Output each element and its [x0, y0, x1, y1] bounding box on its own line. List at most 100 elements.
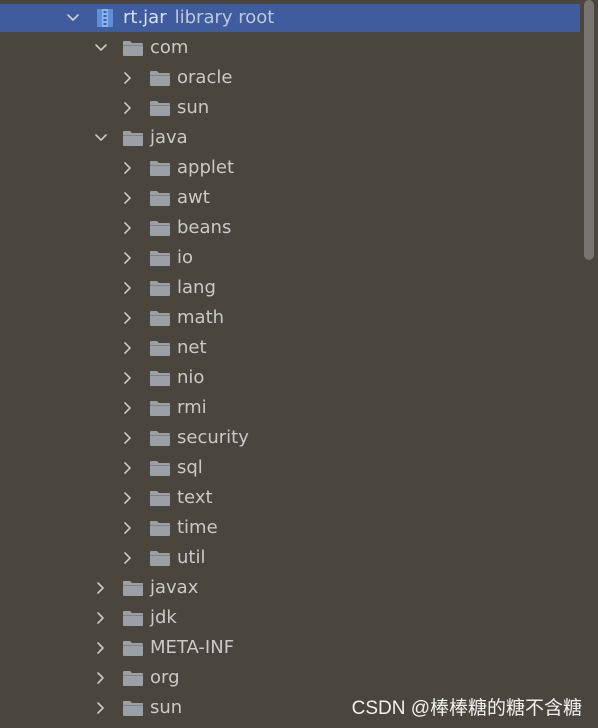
tree-row-label: META-INF [150, 637, 235, 658]
folder-icon [149, 339, 171, 357]
tree-row[interactable]: lang [0, 273, 580, 303]
tree-row[interactable]: applet [0, 153, 580, 183]
folder-icon [122, 609, 144, 627]
chevron-right-icon[interactable] [121, 251, 135, 265]
bottom-fade [0, 722, 598, 728]
folder-icon [149, 279, 171, 297]
tree-row[interactable]: beans [0, 213, 580, 243]
tree-row[interactable]: time [0, 513, 580, 543]
tree-row-label: sun [150, 697, 183, 718]
tree-row[interactable]: sql [0, 453, 580, 483]
folder-icon [122, 669, 144, 687]
root-secondary-label: library root [174, 7, 275, 28]
chevron-right-icon[interactable] [121, 521, 135, 535]
tree-row[interactable]: rmi [0, 393, 580, 423]
chevron-right-icon[interactable] [121, 431, 135, 445]
folder-icon [122, 699, 144, 717]
tree-row-label: beans [177, 217, 232, 238]
tree-row[interactable]: java [0, 123, 580, 153]
chevron-right-icon[interactable] [94, 641, 108, 655]
folder-icon [149, 309, 171, 327]
folder-icon [149, 519, 171, 537]
watermark: CSDN @棒棒糖的糖不含糖 [351, 698, 582, 719]
tree-row-label: java [150, 127, 188, 148]
chevron-down-icon[interactable] [66, 11, 80, 25]
tree-row[interactable]: com [0, 33, 580, 63]
chevron-right-icon[interactable] [121, 311, 135, 325]
tree-row-label: awt [177, 187, 210, 208]
tree-row-label: jdk [150, 607, 177, 628]
chevron-right-icon[interactable] [121, 161, 135, 175]
jar-archive-icon [96, 8, 114, 28]
tree-row[interactable]: oracle [0, 63, 580, 93]
tree-row-label: oracle [177, 67, 233, 88]
tree-row-label: com [150, 37, 189, 58]
tree-row-label: sql [177, 457, 203, 478]
vertical-scrollbar[interactable] [584, 0, 594, 260]
chevron-right-icon[interactable] [121, 371, 135, 385]
tree-row-label: text [177, 487, 213, 508]
folder-icon [149, 99, 171, 117]
chevron-right-icon[interactable] [121, 221, 135, 235]
tree-row-label: net [177, 337, 207, 358]
tree-row[interactable]: org [0, 663, 580, 693]
tree-row[interactable]: META-INF [0, 633, 580, 663]
tree-row[interactable]: util [0, 543, 580, 573]
chevron-right-icon[interactable] [121, 341, 135, 355]
folder-icon [149, 399, 171, 417]
chevron-right-icon[interactable] [94, 581, 108, 595]
folder-icon [122, 129, 144, 147]
chevron-right-icon[interactable] [94, 611, 108, 625]
tree-row-label: lang [177, 277, 216, 298]
folder-icon [122, 39, 144, 57]
folder-icon [149, 219, 171, 237]
folder-icon [122, 579, 144, 597]
chevron-right-icon[interactable] [121, 71, 135, 85]
tree-row-label: time [177, 517, 218, 538]
tree-row[interactable]: javax [0, 573, 580, 603]
project-tree: rt.jar library root com oracle sun java apple… [0, 0, 598, 728]
chevron-right-icon[interactable] [94, 701, 108, 715]
tree-row[interactable]: sun [0, 93, 580, 123]
chevron-right-icon[interactable] [121, 101, 135, 115]
tree-row-label: security [177, 427, 249, 448]
tree-row-label: org [150, 667, 180, 688]
tree-row[interactable]: math [0, 303, 580, 333]
folder-icon [149, 489, 171, 507]
folder-icon [149, 249, 171, 267]
chevron-right-icon[interactable] [121, 491, 135, 505]
root-label: rt.jar library root [123, 4, 274, 32]
folder-icon [149, 459, 171, 477]
folder-icon [149, 369, 171, 387]
folder-icon [122, 639, 144, 657]
tree-row-label: sun [177, 97, 210, 118]
tree-row-label: javax [150, 577, 199, 598]
chevron-right-icon[interactable] [121, 281, 135, 295]
chevron-right-icon[interactable] [121, 551, 135, 565]
tree-row-label: io [177, 247, 194, 268]
folder-icon [149, 549, 171, 567]
tree-row[interactable]: awt [0, 183, 580, 213]
chevron-right-icon[interactable] [121, 401, 135, 415]
folder-icon [149, 189, 171, 207]
tree-row-label: math [177, 307, 225, 328]
tree-row[interactable]: io [0, 243, 580, 273]
tree-row[interactable]: jdk [0, 603, 580, 633]
tree-row[interactable]: text [0, 483, 580, 513]
tree-row[interactable]: net [0, 333, 580, 363]
tree-row-label: rmi [177, 397, 207, 418]
tree-row[interactable]: security [0, 423, 580, 453]
tree-row-label: nio [177, 367, 205, 388]
root-name: rt.jar [123, 7, 167, 28]
tree-row[interactable]: nio [0, 363, 580, 393]
chevron-right-icon[interactable] [94, 671, 108, 685]
folder-icon [149, 429, 171, 447]
folder-icon [149, 69, 171, 87]
chevron-down-icon[interactable] [94, 41, 108, 55]
tree-row-root[interactable]: rt.jar library root [0, 4, 580, 32]
tree-row-label: util [177, 547, 206, 568]
chevron-right-icon[interactable] [121, 191, 135, 205]
chevron-down-icon[interactable] [94, 131, 108, 145]
chevron-right-icon[interactable] [121, 461, 135, 475]
folder-icon [149, 159, 171, 177]
